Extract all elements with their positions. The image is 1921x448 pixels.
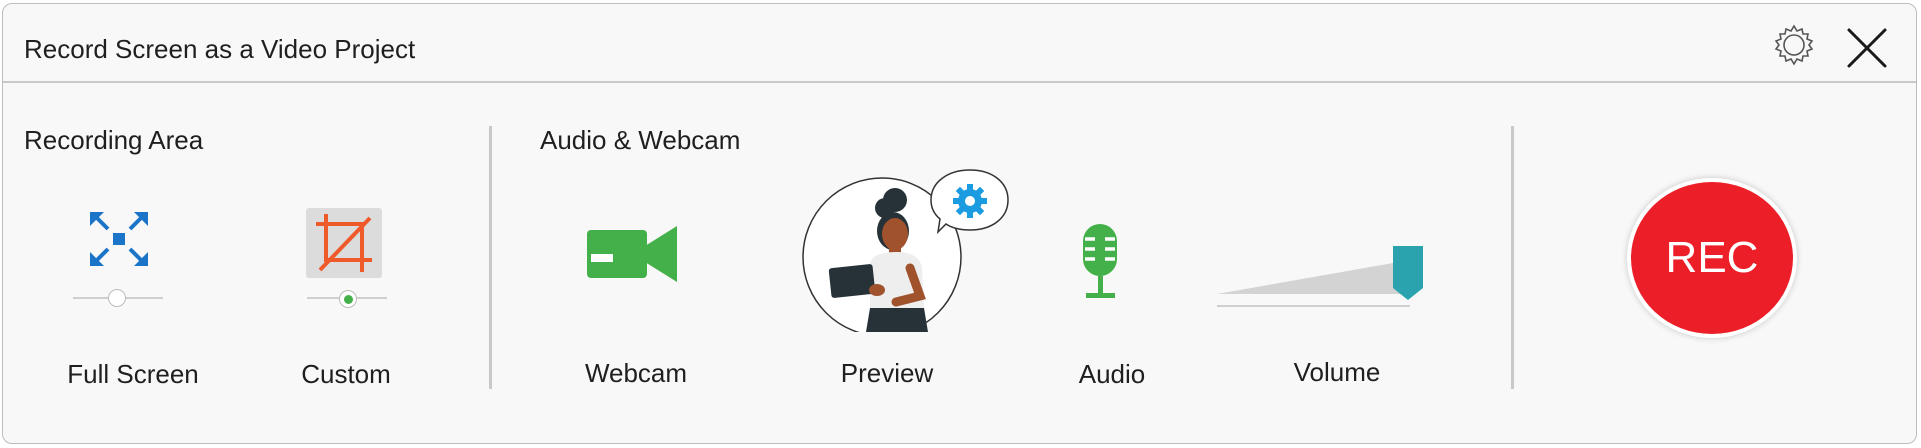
window-title: Record Screen as a Video Project bbox=[24, 34, 416, 64]
custom-option[interactable] bbox=[304, 204, 388, 324]
custom-radio-selected-dot bbox=[343, 294, 353, 304]
microphone-icon bbox=[1083, 224, 1117, 298]
close-icon bbox=[1847, 28, 1887, 68]
webcam-toggle[interactable] bbox=[587, 224, 679, 284]
audio-label: Audio bbox=[1078, 359, 1146, 389]
fullscreen-option[interactable] bbox=[73, 204, 163, 324]
settings-button[interactable] bbox=[1771, 22, 1817, 68]
volume-slider[interactable] bbox=[1217, 244, 1423, 312]
preview-label: Preview bbox=[840, 358, 934, 388]
gear-icon bbox=[1774, 24, 1814, 66]
preview-panel[interactable] bbox=[800, 168, 1010, 337]
video-camera-icon bbox=[587, 226, 677, 282]
crop-icon bbox=[316, 214, 372, 272]
custom-radio[interactable] bbox=[339, 290, 357, 308]
volume-label: Volume bbox=[1293, 357, 1381, 387]
custom-label: Custom bbox=[301, 359, 391, 389]
volume-handle[interactable] bbox=[1393, 246, 1423, 300]
webcam-preview-illustration bbox=[802, 169, 1009, 337]
title-bar: Record Screen as a Video Project bbox=[3, 4, 1916, 83]
record-button[interactable]: REC bbox=[1631, 182, 1793, 334]
fullscreen-radio[interactable] bbox=[108, 289, 126, 307]
fullscreen-label: Full Screen bbox=[67, 359, 199, 389]
webcam-label: Webcam bbox=[584, 358, 688, 388]
fullscreen-expand-icon bbox=[90, 212, 148, 266]
audio-toggle[interactable] bbox=[1080, 222, 1120, 302]
section-divider bbox=[489, 126, 492, 389]
record-button-label: REC bbox=[1665, 233, 1759, 282]
recording-area-heading: Recording Area bbox=[24, 125, 204, 155]
close-button[interactable] bbox=[1845, 26, 1889, 70]
section-divider bbox=[1511, 126, 1514, 389]
record-screen-dialog: Record Screen as a Video Project Recordi… bbox=[2, 3, 1917, 444]
volume-ramp-track bbox=[1217, 260, 1410, 307]
audio-webcam-heading: Audio & Webcam bbox=[540, 125, 741, 155]
